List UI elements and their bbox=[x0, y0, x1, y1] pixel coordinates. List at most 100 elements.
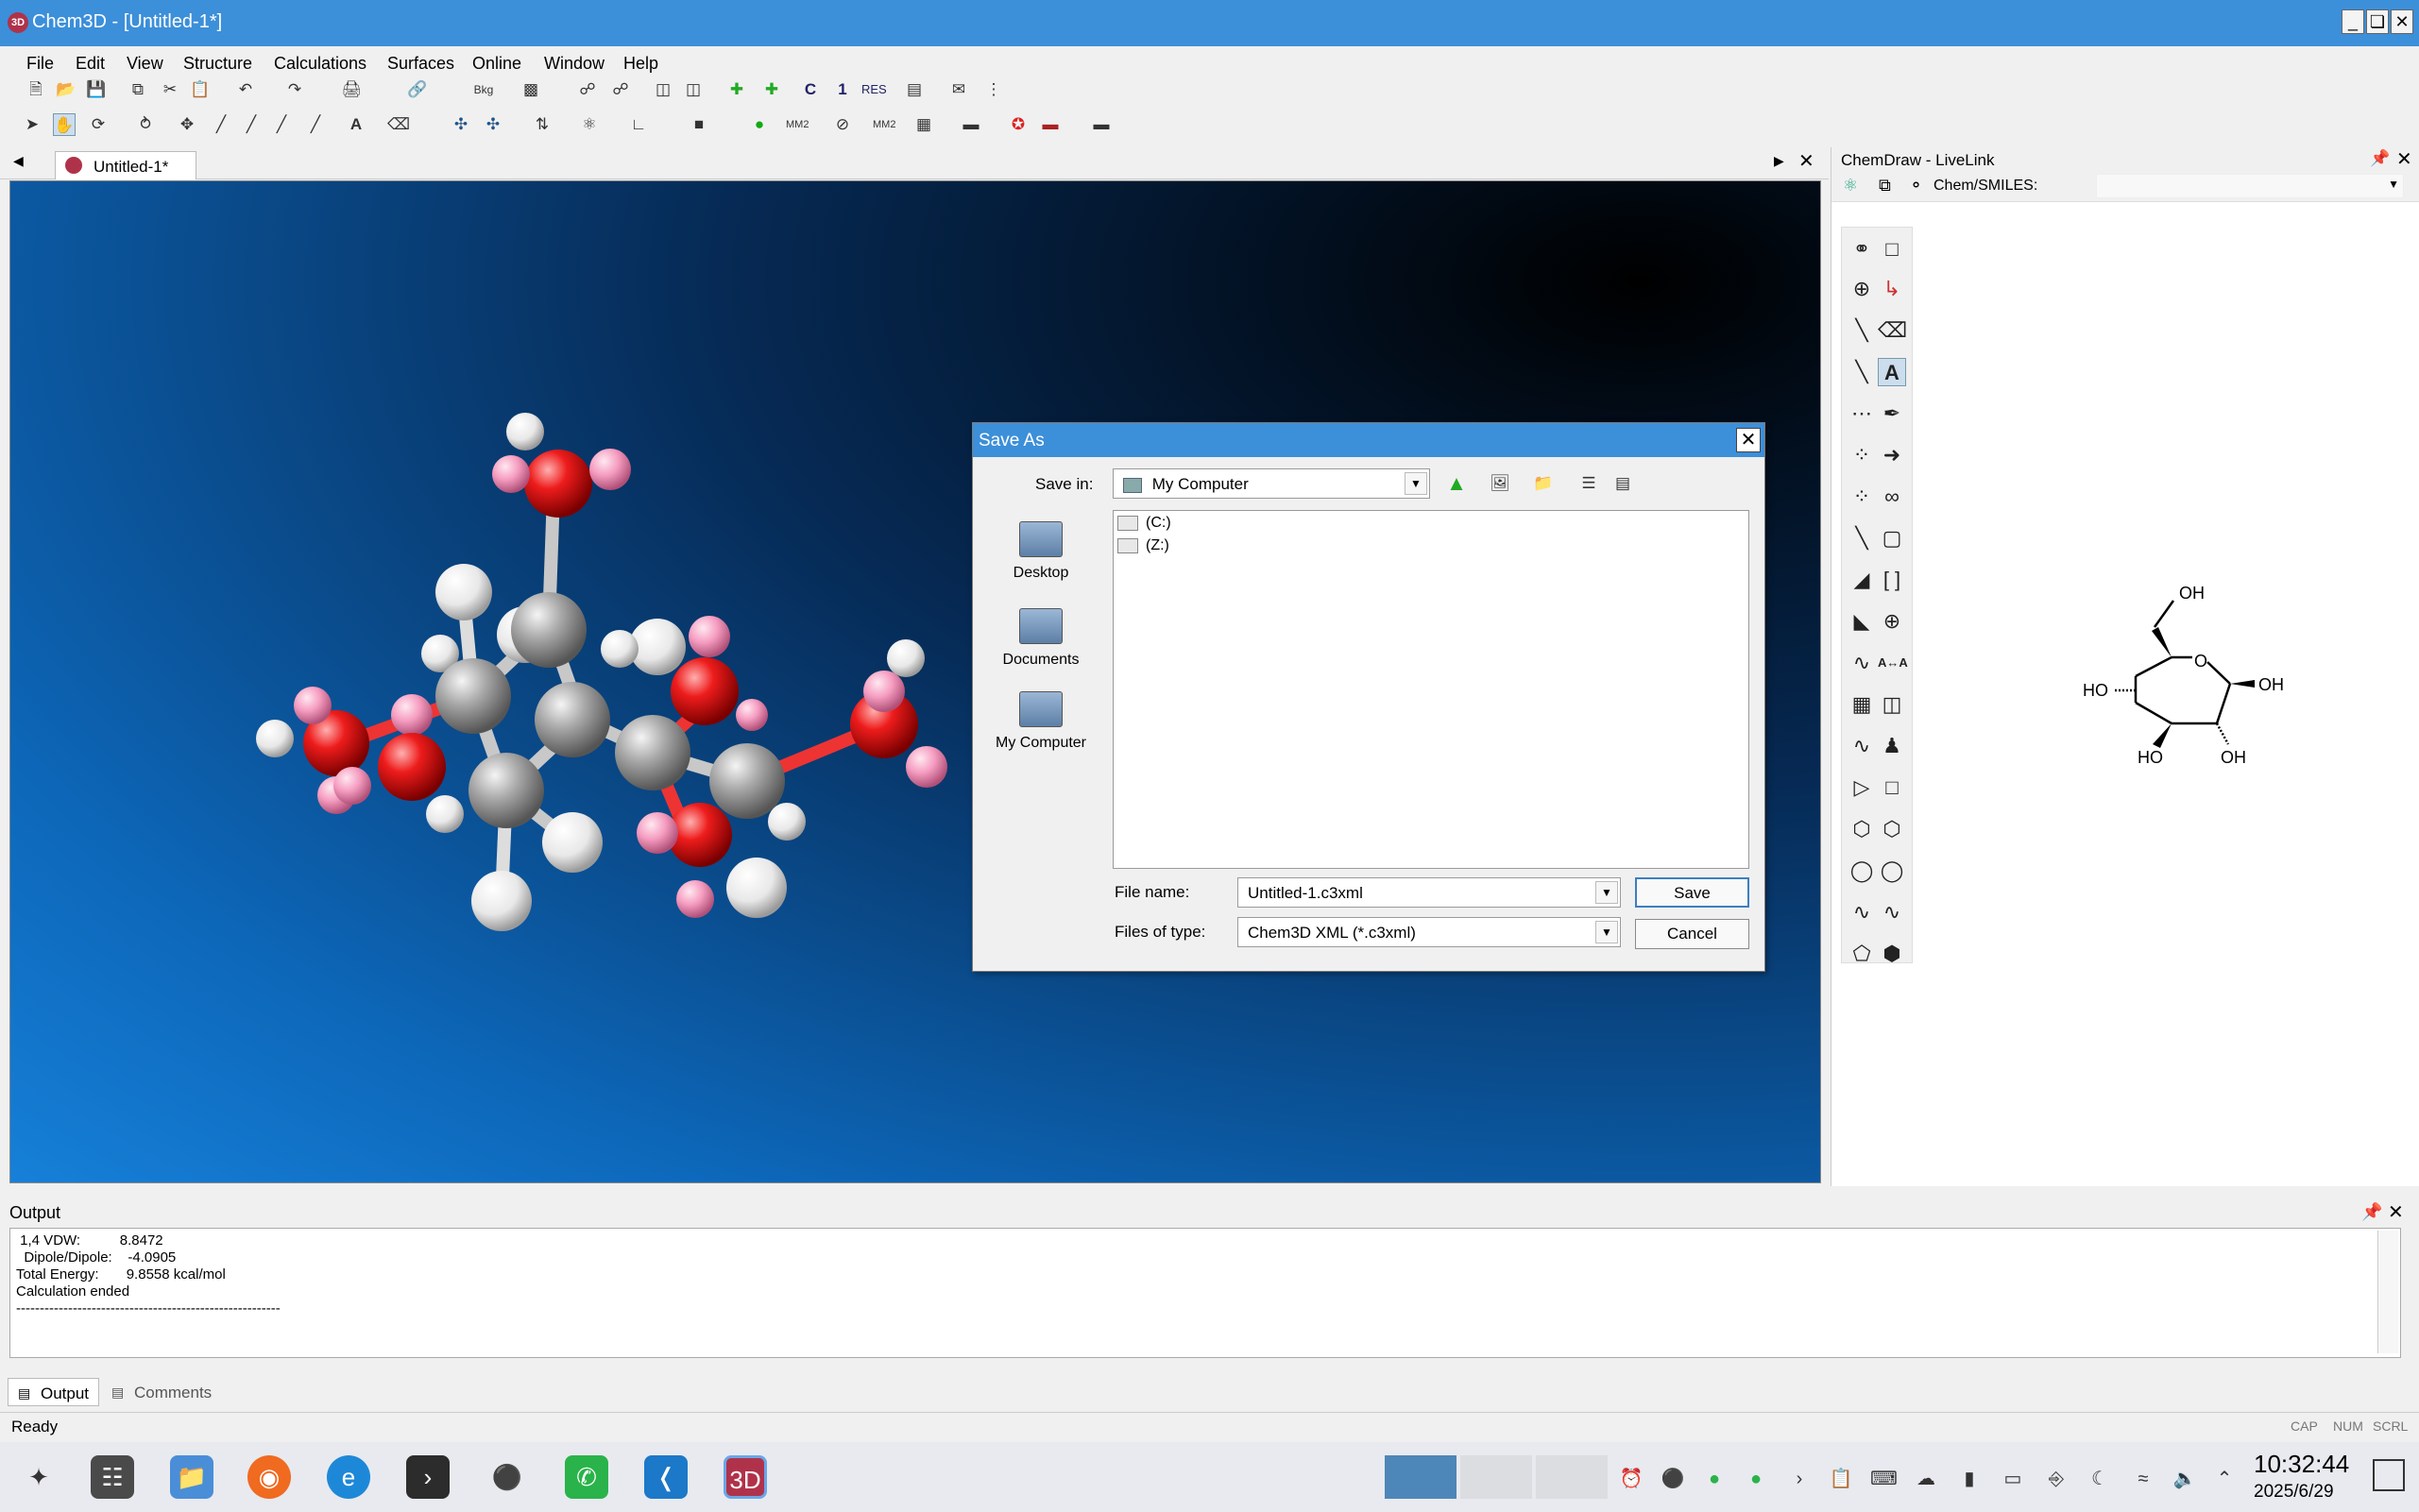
menu-file[interactable]: File bbox=[26, 54, 54, 74]
tab-scroll-left-icon[interactable]: ◀ bbox=[13, 153, 24, 169]
up-folder-icon[interactable]: ▲ bbox=[1445, 472, 1468, 495]
qq-tray-icon[interactable]: ⚫ bbox=[1661, 1467, 1685, 1491]
comment-icon[interactable]: ✉ bbox=[947, 78, 970, 101]
undo-icon[interactable]: ↶ bbox=[234, 78, 257, 101]
clock-date[interactable]: 2025/6/29 bbox=[2254, 1482, 2334, 1503]
vscode-icon[interactable]: ❬ bbox=[644, 1455, 688, 1499]
place-documents[interactable]: Documents bbox=[992, 608, 1090, 669]
double-bond-icon[interactable]: ╱ bbox=[240, 113, 263, 136]
surface-icon[interactable]: ▬ bbox=[960, 113, 982, 136]
solid-bond-icon[interactable]: ╲ bbox=[1848, 316, 1876, 345]
mm2-dynamics-icon[interactable]: MM2 bbox=[873, 113, 895, 136]
measure-icon[interactable]: ∟ bbox=[627, 113, 650, 136]
workspace-3[interactable] bbox=[1536, 1455, 1608, 1499]
wechat-icon[interactable]: ✆ bbox=[565, 1455, 608, 1499]
chain-icon[interactable]: ∿ bbox=[1848, 732, 1876, 760]
circle-ring-icon[interactable]: ◯ bbox=[1878, 857, 1906, 885]
fragment-icon[interactable]: ⚛ bbox=[578, 113, 601, 136]
annotation-icon[interactable]: ▤ bbox=[903, 78, 926, 101]
dialog-close-button[interactable]: ✕ bbox=[1736, 428, 1761, 452]
chevron-down-icon[interactable]: ▼ bbox=[1595, 921, 1618, 943]
output-log[interactable]: 1,4 VDW: 8.8472 Dipole/Dipole: -4.0905 T… bbox=[9, 1228, 2401, 1358]
spin-icon[interactable]: ⥁ bbox=[134, 113, 157, 136]
menu-structure[interactable]: Structure bbox=[183, 54, 252, 74]
wedge-bond-icon[interactable]: ◢ bbox=[1848, 566, 1876, 594]
rotate-icon[interactable]: ⟳ bbox=[87, 113, 110, 136]
lasso-icon[interactable]: ⚭ bbox=[1848, 235, 1876, 263]
bold-bond-icon[interactable]: ╲ bbox=[1848, 524, 1876, 552]
file-name-input[interactable]: Untitled-1.c3xml ▼ bbox=[1237, 877, 1621, 908]
pin-icon[interactable]: 📌 bbox=[2370, 149, 2390, 168]
chevron-down-icon[interactable]: ▼ bbox=[1595, 881, 1618, 904]
file-list[interactable]: (C:) (Z:) bbox=[1113, 510, 1749, 869]
launcher-icon[interactable]: ✦ bbox=[17, 1455, 60, 1499]
rotate-box-icon[interactable]: ◫ bbox=[682, 78, 705, 101]
gradient-icon[interactable]: ▩ bbox=[520, 78, 542, 101]
firefox-icon[interactable]: ◉ bbox=[247, 1455, 291, 1499]
hand-tool-icon[interactable]: ✋ bbox=[53, 113, 76, 136]
place-my-computer[interactable]: My Computer bbox=[992, 691, 1090, 752]
restore-button[interactable]: ❏ bbox=[2366, 9, 2389, 34]
eraser-icon[interactable]: ⌫ bbox=[387, 113, 410, 136]
text-tool-icon[interactable]: A bbox=[345, 113, 367, 136]
carbon-label-icon[interactable]: C bbox=[799, 78, 822, 101]
eraser-tool-icon[interactable]: ⌫ bbox=[1878, 316, 1907, 345]
cloud-icon[interactable]: ☁ bbox=[1914, 1467, 1938, 1491]
wifi-icon[interactable]: ≈ bbox=[2131, 1467, 2155, 1491]
drive-z[interactable]: (Z:) bbox=[1117, 537, 1169, 554]
ribbon-icon[interactable]: ▬ bbox=[1090, 113, 1113, 136]
marquee-icon[interactable]: □ bbox=[1878, 235, 1906, 263]
desktop-nav-icon[interactable]: 🖼 bbox=[1489, 472, 1511, 495]
serial-number-icon[interactable]: 1 bbox=[831, 78, 854, 101]
brackets-icon[interactable]: [ ] bbox=[1878, 566, 1906, 594]
atom-map-icon[interactable]: A↔A bbox=[1878, 649, 1908, 677]
grid-icon[interactable]: ▦ bbox=[912, 113, 935, 136]
dashed-bond-icon[interactable]: ╱ bbox=[304, 113, 327, 136]
qq-icon[interactable]: ⚫ bbox=[486, 1455, 529, 1499]
structure-perspective-icon[interactable]: ⊕ bbox=[1848, 275, 1876, 303]
menu-online[interactable]: Online bbox=[472, 54, 521, 74]
close-panel-icon[interactable]: ✕ bbox=[2396, 147, 2412, 171]
structure-2d[interactable]: OH O HO OH HO OH bbox=[2058, 582, 2323, 808]
orient-icon[interactable]: ⇅ bbox=[531, 113, 554, 136]
smiles-icon[interactable]: ⚬ bbox=[1909, 176, 1923, 195]
mm2-minimize-icon[interactable]: MM2 bbox=[786, 113, 809, 136]
keyboard-icon[interactable]: ⌨ bbox=[1870, 1467, 1898, 1491]
tab-untitled-1[interactable]: Untitled-1* bbox=[55, 151, 196, 179]
move-fragment-icon[interactable]: ✣ bbox=[482, 113, 504, 136]
menu-edit[interactable]: Edit bbox=[76, 54, 105, 74]
close-button[interactable]: ✕ bbox=[2391, 9, 2413, 34]
dashed-bond-icon[interactable]: ⋯ bbox=[1848, 399, 1876, 428]
box-icon[interactable]: ◫ bbox=[652, 78, 674, 101]
stereo-icon[interactable]: ☍ bbox=[576, 78, 599, 101]
file-manager-icon[interactable]: 📁 bbox=[170, 1455, 213, 1499]
show-desktop-icon[interactable] bbox=[2373, 1459, 2405, 1491]
multiple-bond-icon[interactable]: ╲ bbox=[1848, 358, 1876, 386]
run-icon[interactable]: ● bbox=[748, 113, 771, 136]
chemical-symbols-icon[interactable]: ⊕ bbox=[1878, 607, 1906, 636]
hollow-wedge-icon[interactable]: ◣ bbox=[1848, 607, 1876, 636]
play-icon[interactable]: ▷ bbox=[1848, 773, 1876, 802]
terminal-icon[interactable]: › bbox=[406, 1455, 450, 1499]
save-button[interactable]: Save bbox=[1635, 877, 1749, 908]
stop-icon[interactable]: ■ bbox=[688, 113, 710, 136]
new-file-icon[interactable]: 🗎 bbox=[25, 78, 47, 101]
text-tool-icon[interactable]: A bbox=[1878, 358, 1906, 386]
output-scrollbar[interactable] bbox=[2377, 1231, 2398, 1353]
template-icon[interactable]: ♟ bbox=[1878, 732, 1906, 760]
new-folder-icon[interactable]: 📁 bbox=[1532, 472, 1555, 495]
paste-icon[interactable]: 📋 bbox=[189, 78, 212, 101]
drawing-elements-icon[interactable]: ▢ bbox=[1878, 524, 1906, 552]
hydrogen-add-icon[interactable]: ✚ bbox=[725, 78, 748, 101]
battery-icon[interactable]: ▭ bbox=[2001, 1467, 2025, 1491]
cancel-button[interactable]: Cancel bbox=[1635, 919, 1749, 949]
lone-pair-icon[interactable]: ✚ bbox=[760, 78, 783, 101]
menu-surfaces[interactable]: Surfaces bbox=[387, 54, 454, 74]
night-mode-icon[interactable]: ☾ bbox=[2087, 1467, 2112, 1491]
cancel-calc-icon[interactable]: ⊘ bbox=[831, 113, 854, 136]
open-file-icon[interactable]: 📂 bbox=[55, 78, 77, 101]
menu-help[interactable]: Help bbox=[623, 54, 658, 74]
chemdraw-options-icon[interactable]: ⚛ bbox=[1843, 176, 1858, 195]
chem3d-app-icon[interactable]: 3D bbox=[8, 12, 28, 33]
chevron-down-icon[interactable]: ▼ bbox=[2388, 178, 2399, 191]
